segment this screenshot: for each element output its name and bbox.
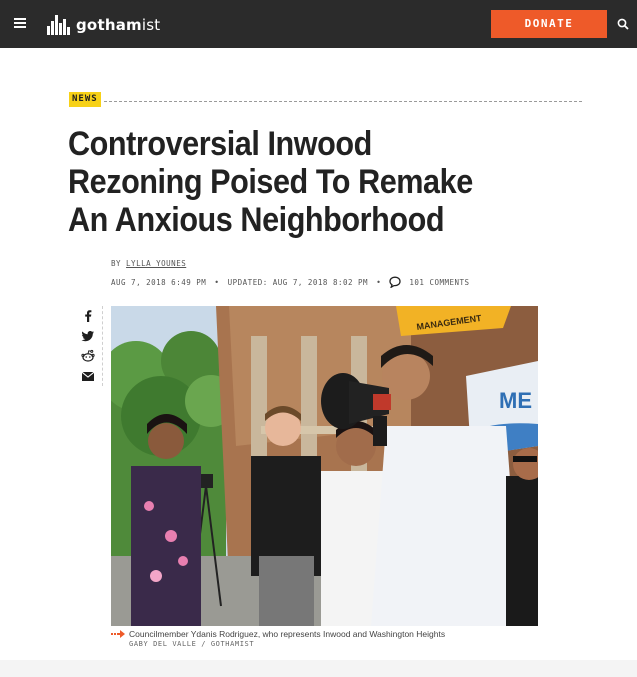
search-icon[interactable] <box>617 18 629 30</box>
facebook-icon[interactable] <box>81 309 95 323</box>
comment-bubble-icon[interactable] <box>389 276 402 288</box>
category-divider <box>104 101 582 102</box>
article-hero-image[interactable]: MANAGEMENT ME <box>111 306 538 626</box>
separator-dot: • <box>376 277 382 287</box>
logo-wordmark: gothamist <box>76 16 161 34</box>
svg-text:ME: ME <box>499 388 532 413</box>
category-badge[interactable]: NEWS <box>69 92 101 107</box>
twitter-icon[interactable] <box>81 329 95 343</box>
person-woman-floral-dress <box>131 466 201 626</box>
email-icon[interactable] <box>81 369 95 383</box>
updated-label: UPDATED: <box>227 277 268 287</box>
published-date: AUG 7, 2018 6:49 PM <box>111 277 207 287</box>
image-credit: GABY DEL VALLE / GOTHAMIST <box>129 640 255 648</box>
author-link[interactable]: LYLLA YOUNES <box>126 259 186 268</box>
article-meta: AUG 7, 2018 6:49 PM • UPDATED: AUG 7, 20… <box>111 276 470 288</box>
article-title: Controversial Inwood Rezoning Poised To … <box>68 125 473 239</box>
hamburger-menu-icon[interactable] <box>14 18 26 28</box>
updated-date: AUG 7, 2018 8:02 PM <box>272 277 369 287</box>
comments-link[interactable]: 101 COMMENTS <box>409 278 469 287</box>
gothamist-logo[interactable]: gothamist <box>47 11 160 35</box>
reddit-icon[interactable] <box>81 349 95 363</box>
skyline-logo-icon <box>47 15 71 35</box>
page-footer-edge <box>0 660 637 677</box>
top-nav-bar: gothamist DONATE <box>0 0 637 48</box>
byline: BY LYLLA YOUNES <box>111 259 186 268</box>
byline-prefix: BY <box>111 259 122 268</box>
share-rail <box>79 306 103 386</box>
separator-dot: • <box>214 277 220 287</box>
donate-button[interactable]: DONATE <box>491 10 607 38</box>
caption-arrow-icon <box>111 630 125 638</box>
image-caption: Councilmember Ydanis Rodriguez, who repr… <box>129 629 446 639</box>
